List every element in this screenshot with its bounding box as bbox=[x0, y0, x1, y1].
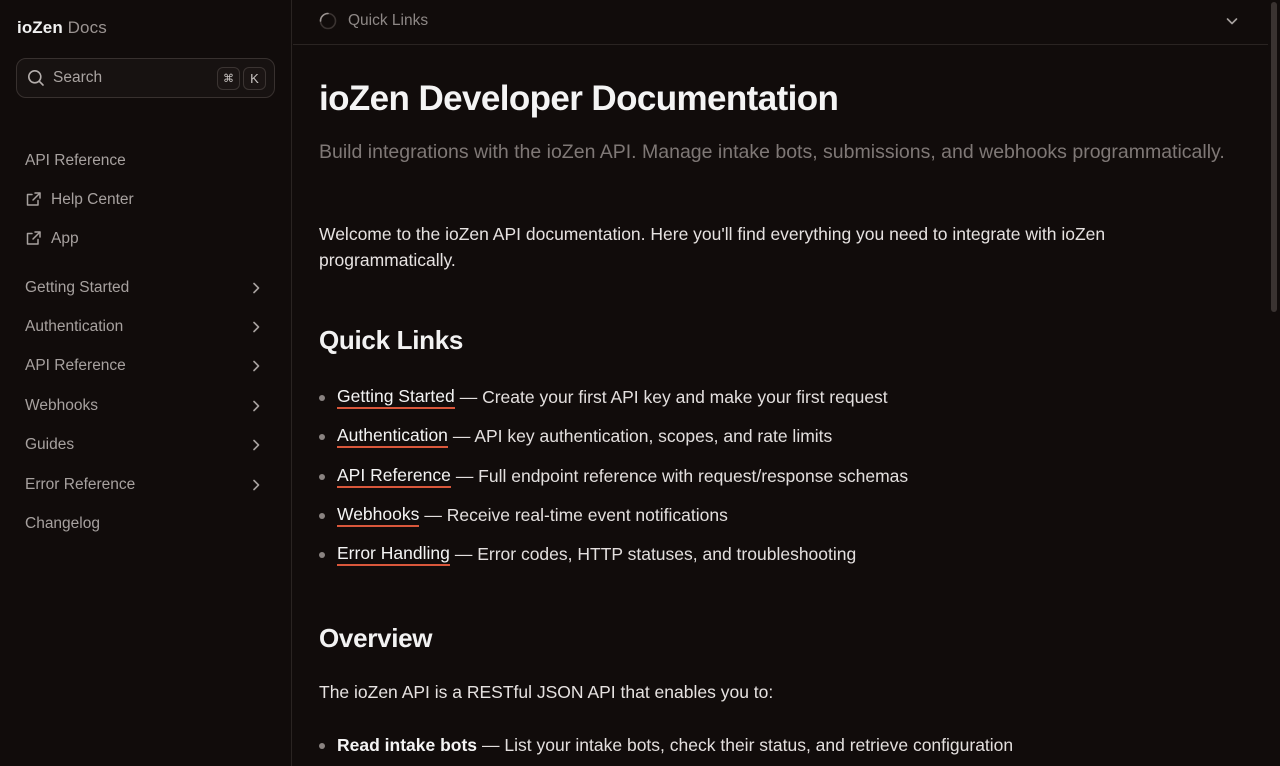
page-subtitle: Build integrations with the ioZen API. M… bbox=[319, 141, 1225, 163]
external-link-icon bbox=[25, 191, 42, 208]
sidebar-item-label: Webhooks bbox=[25, 396, 98, 414]
sidebar-link-api-reference[interactable]: API Reference bbox=[25, 141, 134, 180]
bullet bbox=[319, 512, 325, 519]
chevron-right-icon bbox=[249, 320, 263, 334]
chevron-right-icon bbox=[249, 359, 263, 373]
sidebar-top-links: API Reference Help Center App bbox=[25, 141, 134, 258]
bullet bbox=[319, 395, 325, 401]
sidebar-link-label: Help Center bbox=[51, 190, 134, 208]
chevron-down-icon[interactable] bbox=[1225, 14, 1239, 28]
brand-name: ioZen bbox=[17, 18, 63, 37]
capabilities-list: Read intake bots — List your intake bots… bbox=[319, 733, 1013, 757]
current-section-label: Quick Links bbox=[348, 12, 429, 29]
list-item: Read intake bots — List your intake bots… bbox=[319, 733, 1013, 757]
toc-topbar[interactable]: Quick Links bbox=[293, 0, 1268, 45]
search-button[interactable]: Search ⌘ K bbox=[16, 58, 275, 98]
quick-links-list: Getting Started — Create your first API … bbox=[319, 385, 908, 581]
sidebar-item-webhooks[interactable]: Webhooks bbox=[25, 386, 267, 425]
bullet bbox=[319, 743, 325, 749]
bullet bbox=[319, 552, 325, 559]
chevron-right-icon bbox=[249, 399, 263, 413]
link-description: — Error codes, HTTP statuses, and troubl… bbox=[454, 544, 857, 565]
quick-links-heading: Quick Links bbox=[319, 325, 464, 355]
scrollbar-thumb[interactable] bbox=[1271, 2, 1277, 312]
shortcut-mod-key: ⌘ bbox=[217, 67, 240, 90]
chevron-right-icon bbox=[249, 478, 263, 492]
search-label: Search bbox=[53, 69, 103, 86]
shortcut-k-key: K bbox=[243, 67, 266, 90]
sidebar-link-label: API Reference bbox=[25, 151, 126, 169]
link-error-handling[interactable]: Error Handling bbox=[337, 542, 450, 567]
chevron-right-icon bbox=[249, 438, 263, 452]
sidebar-item-label: Error Reference bbox=[25, 475, 136, 493]
link-authentication[interactable]: Authentication bbox=[337, 424, 448, 449]
bullet bbox=[319, 434, 325, 441]
list-item: Error Handling — Error codes, HTTP statu… bbox=[319, 542, 908, 581]
sidebar-item-label: Authentication bbox=[25, 318, 124, 336]
list-item: Authentication — API key authentication,… bbox=[319, 424, 908, 463]
sidebar-item-label: API Reference bbox=[25, 357, 126, 375]
link-description: — API key authentication, scopes, and ra… bbox=[452, 426, 833, 447]
loading-spinner-icon bbox=[319, 12, 337, 30]
brand-logo[interactable]: ioZen Docs bbox=[17, 18, 107, 38]
sidebar-item-label: Changelog bbox=[25, 515, 100, 533]
sidebar-item-api-reference[interactable]: API Reference bbox=[25, 347, 267, 386]
list-item: API Reference — Full endpoint reference … bbox=[319, 464, 908, 503]
sidebar-item-changelog[interactable]: Changelog bbox=[25, 504, 267, 543]
overview-paragraph: The ioZen API is a RESTful JSON API that… bbox=[319, 682, 774, 702]
sidebar-link-label: App bbox=[51, 229, 79, 247]
sidebar-item-getting-started[interactable]: Getting Started bbox=[25, 268, 267, 307]
brand-suffix: Docs bbox=[67, 18, 107, 37]
chevron-right-icon bbox=[249, 281, 263, 295]
intro-paragraph: Welcome to the ioZen API documentation. … bbox=[319, 224, 1106, 270]
capability-description: — List your intake bots, check their sta… bbox=[482, 735, 1014, 755]
overview-heading: Overview bbox=[319, 623, 433, 653]
sidebar-link-app[interactable]: App bbox=[25, 219, 134, 258]
link-webhooks[interactable]: Webhooks bbox=[337, 503, 420, 527]
sidebar-item-label: Getting Started bbox=[25, 278, 130, 296]
link-getting-started[interactable]: Getting Started bbox=[337, 385, 455, 409]
capability-title: Read intake bots bbox=[337, 735, 478, 755]
list-item: Webhooks — Receive real-time event notif… bbox=[319, 503, 908, 542]
sidebar-item-authentication[interactable]: Authentication bbox=[25, 307, 267, 346]
external-link-icon bbox=[25, 230, 42, 247]
sidebar-item-error-reference[interactable]: Error Reference bbox=[25, 465, 267, 504]
sidebar-link-help-center[interactable]: Help Center bbox=[25, 180, 134, 219]
page-title: ioZen Developer Documentation bbox=[319, 79, 839, 118]
link-description: — Full endpoint reference with request/r… bbox=[455, 465, 909, 486]
sidebar: ioZen Docs Search ⌘ K API Reference Help… bbox=[0, 0, 292, 766]
sidebar-item-label: Guides bbox=[25, 436, 75, 454]
sidebar-item-guides[interactable]: Guides bbox=[25, 426, 267, 465]
list-item: Getting Started — Create your first API … bbox=[319, 385, 908, 424]
bullet bbox=[319, 473, 325, 480]
link-description: — Receive real-time event notifications bbox=[424, 504, 728, 525]
link-description: — Create your first API key and make you… bbox=[459, 387, 888, 407]
search-icon bbox=[27, 69, 45, 87]
link-api-reference[interactable]: API Reference bbox=[337, 464, 451, 488]
sidebar-nav-groups: Getting Started Authentication API Refer… bbox=[25, 268, 267, 544]
